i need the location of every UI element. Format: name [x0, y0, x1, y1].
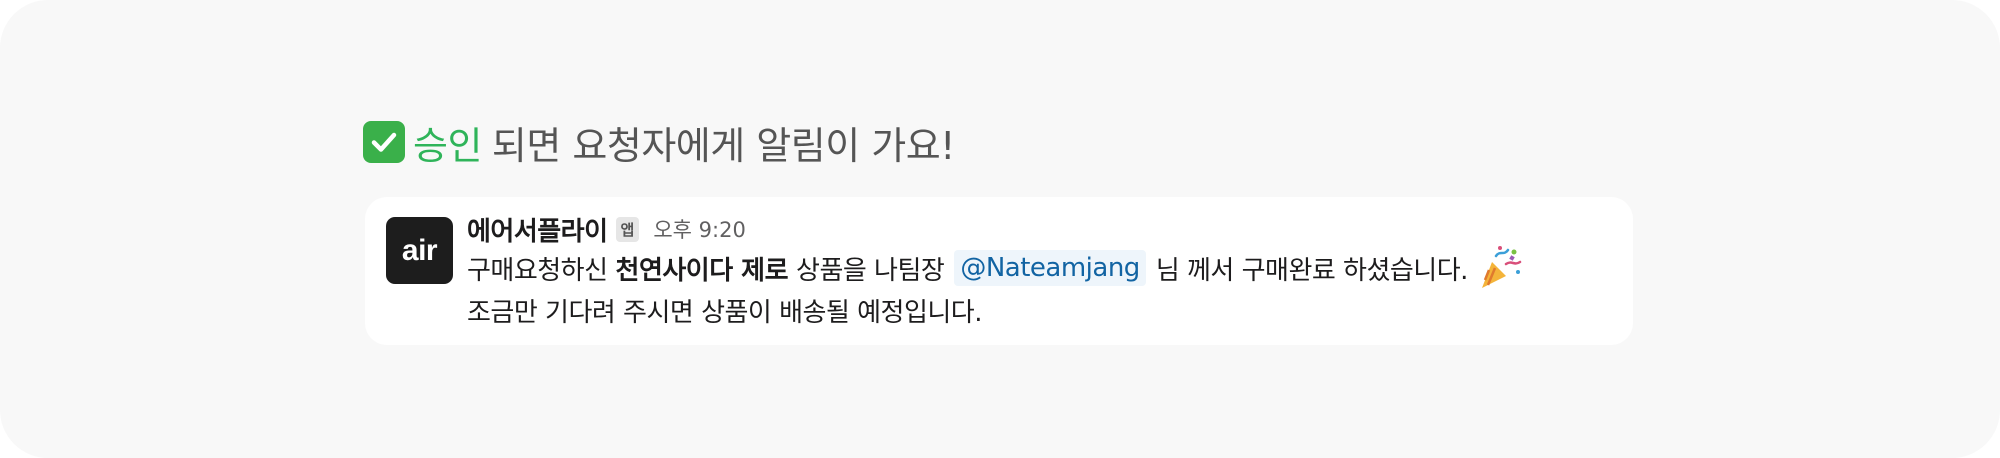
message-text-part3: 님 께서 구매완료 하셨습니다.	[1155, 255, 1469, 286]
message-text-part2: 상품을 나팀장	[796, 255, 945, 286]
message-line-1: 구매요청하신 천연사이다 제로 상품을 나팀장 @Nateamjang 님 께서…	[467, 244, 1613, 292]
check-mark-icon	[363, 121, 405, 163]
message-header: 에어서플라이 앱 오후 9:20	[467, 211, 1613, 247]
timestamp[interactable]: 오후 9:20	[653, 214, 745, 244]
message-body: 에어서플라이 앱 오후 9:20 구매요청하신 천연사이다 제로 상품을 나팀장…	[467, 211, 1613, 331]
headline-accent: 승인	[413, 123, 482, 168]
party-popper-icon	[1476, 244, 1524, 292]
sender-name[interactable]: 에어서플라이	[467, 211, 608, 248]
avatar[interactable]: air	[386, 217, 453, 284]
headline-text: 되면 요청자에게 알림이 가요!	[491, 123, 956, 168]
message-text-part1: 구매요청하신	[467, 255, 608, 286]
product-name: 천연사이다 제로	[615, 255, 789, 286]
app-badge: 앱	[615, 216, 640, 242]
headline: 승인 되면 요청자에게 알림이 가요!	[363, 112, 955, 172]
message-line-2: 조금만 기다려 주시면 상품이 배송될 예정입니다.	[467, 297, 983, 328]
avatar-logo-text: air	[401, 233, 438, 267]
user-mention[interactable]: @Nateamjang	[954, 250, 1146, 286]
canvas: 승인 되면 요청자에게 알림이 가요! air 에어서플라이 앱 오후 9:20…	[0, 0, 2000, 458]
message-card: air 에어서플라이 앱 오후 9:20 구매요청하신 천연사이다 제로 상품을…	[365, 197, 1633, 345]
